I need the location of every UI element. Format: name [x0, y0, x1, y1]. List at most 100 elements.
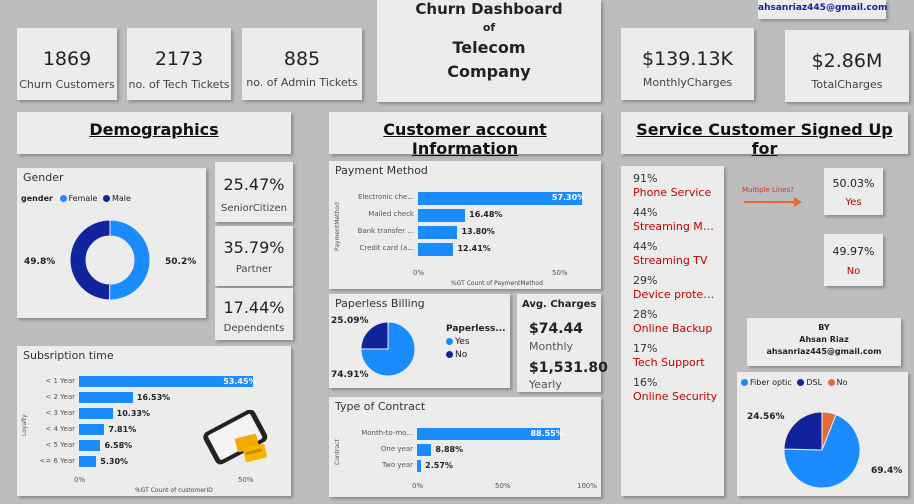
paperless-yes-pct-label: 74.91% [331, 370, 369, 380]
services-list: 91%Phone Service 44%Streaming Movi... 44%S… [633, 172, 719, 410]
multiple-lines-yes-card: 50.03% Yes [824, 168, 883, 215]
gender-male-slice[interactable] [69, 219, 111, 301]
legend-no-label: No [455, 350, 468, 360]
axis-tick-50: 50% [552, 269, 568, 277]
bar-value-label: 16.53% [136, 393, 171, 402]
kpi-label: TotalCharges [811, 78, 883, 91]
axis-tick-100: 100% [577, 482, 598, 490]
bar[interactable] [418, 226, 458, 239]
header-email-card: ahsanriaz445@gmail.com [758, 0, 888, 19]
bar-category-label: Electronic che... [358, 193, 414, 201]
partner-card: 35.79% Partner [215, 226, 293, 286]
internet-service-visual[interactable]: Fiber optic DSL No 24.56% 69.4% [737, 372, 908, 496]
bar-category-label: Bank transfer ... [357, 227, 414, 235]
visual-title: Paperless Billing [335, 297, 425, 310]
subscription-time-visual[interactable]: Subsription time Loyalty < 1 Year 53.45% <… [17, 346, 291, 496]
bar[interactable] [79, 424, 105, 435]
section-title: Demographics [89, 120, 219, 139]
service-item: 44% Streaming TV [633, 240, 719, 268]
service-item: 17% Tech Support [633, 342, 719, 370]
legend-yes-label: Yes [455, 337, 470, 347]
paperless-billing-visual[interactable]: Paperless Billing 25.09% 74.91% Paperles… [329, 294, 510, 388]
bar-value-label: 57.30% [551, 193, 586, 202]
paperless-no-pct-label: 25.09% [331, 316, 369, 326]
bar-value-label: 2.57% [425, 461, 453, 470]
card-label: No [846, 266, 861, 277]
avg-monthly-value: $74.44 [529, 321, 584, 337]
kpi-value: 2173 [154, 48, 204, 70]
bar-category-label: < 3 Year [45, 409, 75, 417]
legend-title: Paperless... [446, 324, 506, 334]
service-pct: 91% [633, 172, 658, 185]
gender-female-slice[interactable] [108, 219, 151, 301]
visual-title: Type of Contract [335, 400, 426, 413]
gender-visual[interactable]: Gender gender Female Male 49.8% 50.2% [17, 168, 206, 318]
bar-category-label: Mailed check [368, 210, 414, 218]
header-email: ahsanriaz445@gmail.com [758, 3, 888, 13]
bar[interactable] [418, 209, 466, 222]
paperless-legend: Paperless... Yes No [446, 324, 506, 360]
service-name: Streaming TV [633, 254, 708, 267]
bar[interactable] [417, 444, 432, 456]
bar-value-label: 88.55% [530, 429, 564, 438]
internet-legend: Fiber optic DSL No [741, 378, 848, 387]
legend-no-label: No [836, 378, 848, 387]
card-label: Partner [235, 264, 273, 275]
service-item: 16% Online Security [633, 376, 719, 404]
legend-female-dot [59, 195, 67, 202]
axis-x-title: %GT Count of customerID [135, 487, 213, 494]
bar-category-label: < 4 Year [45, 425, 75, 433]
section-title: Customer account Information [383, 120, 547, 158]
multiple-lines-no-card: 49.97% No [824, 234, 883, 286]
service-item: 28% Online Backup [633, 308, 719, 336]
card-value: 35.79% [223, 238, 285, 257]
bar-category-label: <= 6 Year [39, 457, 75, 465]
axis-tick-0: 0% [412, 482, 424, 490]
bar[interactable] [79, 392, 133, 403]
service-pct: 16% [633, 376, 658, 389]
payment-method-visual[interactable]: Payment Method PaymentMethod Electronic … [329, 161, 601, 289]
kpi-churn-customers: 1869 Churn Customers [17, 28, 117, 100]
visual-title: Payment Method [335, 164, 428, 177]
dashboard-title-line4: Company [447, 62, 531, 81]
bar[interactable] [79, 456, 97, 467]
axis-tick-50: 50% [495, 482, 511, 490]
bar[interactable] [418, 243, 454, 256]
bar-value-label: 5.30% [100, 457, 129, 466]
internet-pie-chart[interactable] [737, 392, 908, 492]
bar[interactable] [79, 408, 113, 419]
kpi-monthly-charges: $139.13K MonthlyCharges [621, 28, 754, 100]
bar[interactable] [79, 440, 101, 451]
visual-title: Subsription time [23, 349, 114, 362]
service-name: Tech Support [633, 356, 705, 369]
card-label: Dependents [223, 323, 285, 334]
legend-male-dot [102, 195, 110, 202]
service-item: 29% Device protecti... [633, 274, 719, 302]
card-value: 49.97% [832, 245, 875, 258]
gender-male-pct-label: 49.8% [24, 257, 56, 267]
visual-title: Gender [23, 171, 64, 184]
avg-monthly-label: Monthly [529, 340, 574, 353]
legend-female-label: Female [68, 194, 98, 203]
bar-value-label: 10.33% [116, 409, 150, 418]
service-name: Streaming Movi... [633, 220, 719, 233]
contract-type-visual[interactable]: Type of Contract Contract Month-to-mo...… [329, 397, 601, 497]
internet-dsl-slice[interactable] [783, 411, 823, 451]
dashboard-title-line2: of [482, 21, 496, 34]
header-title-card: Churn Dashboard of Telecom Company [377, 0, 601, 102]
bar[interactable] [417, 460, 422, 472]
avg-yearly-value: $1,531.80 [529, 360, 608, 376]
card-value: 50.03% [832, 177, 875, 190]
legend-no-dot [827, 379, 835, 386]
bar-category-label: Two year [382, 461, 413, 469]
bar-category-label: < 2 Year [45, 393, 75, 401]
bar-category-label: Credit card (a... [359, 244, 414, 252]
service-item: 44%Streaming Movi... [633, 206, 719, 234]
kpi-total-charges: $2.86M TotalCharges [785, 30, 909, 102]
phone-payment-illustration [203, 410, 268, 465]
bar-value-label: 7.81% [108, 425, 137, 434]
paperless-no-slice[interactable] [360, 321, 389, 350]
service-item: 91% Phone Service [633, 172, 719, 200]
legend-yes-dot [446, 338, 453, 345]
dependents-card: 17.44% Dependents [215, 288, 293, 340]
